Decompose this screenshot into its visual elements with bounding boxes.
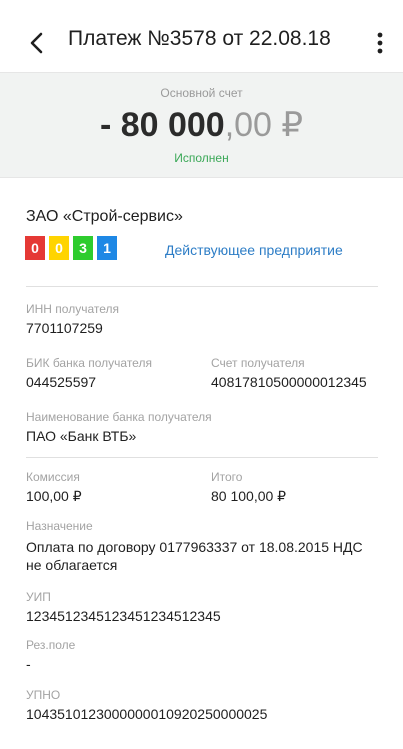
inn-label: ИНН получателя <box>26 302 119 316</box>
uip-value: 1234512345123451234512345 <box>26 608 221 624</box>
payment-summary: Основной счет - 80 000,00 ₽ Исполнен <box>0 72 403 178</box>
purpose-label: Назначение <box>26 519 93 533</box>
recipient-account-label: Счет получателя <box>211 356 305 370</box>
bik-value: 044525597 <box>26 374 97 390</box>
commission-value: 100,00 ₽ <box>26 488 82 504</box>
company-status-link[interactable]: Действующее предприятие <box>165 242 343 258</box>
amount-whole: - 80 000 <box>99 106 225 144</box>
upno-value: 1043510123000000010920250000025 <box>26 706 268 722</box>
commission-label: Комиссия <box>26 470 80 484</box>
badge-yellow: 0 <box>49 236 69 260</box>
badge-green: 3 <box>73 236 93 260</box>
payee-name: ЗАО «Строй-сервис» <box>26 208 183 225</box>
purpose-value: Оплата по договору 0177963337 от 18.08.2… <box>26 539 363 573</box>
bik-label: БИК банка получателя <box>26 356 152 370</box>
payment-amount: - 80 000,00 ₽ <box>0 105 403 145</box>
chevron-left-icon[interactable] <box>24 30 50 56</box>
more-vertical-icon[interactable] <box>370 30 390 56</box>
bank-name-value: ПАО «Банк ВТБ» <box>26 428 137 444</box>
badge-blue: 1 <box>97 236 117 260</box>
total-label: Итого <box>211 470 243 484</box>
divider <box>26 457 378 458</box>
total-value: 80 100,00 ₽ <box>211 488 287 504</box>
account-label: Основной счет <box>160 86 243 100</box>
uip-label: УИП <box>26 590 51 604</box>
amount-fraction: ,00 <box>224 106 272 144</box>
currency-symbol: ₽ <box>271 106 304 144</box>
divider <box>26 286 378 287</box>
recipient-account-value: 40817810500000012345 <box>211 374 367 390</box>
reserve-field-value: - <box>26 656 31 672</box>
bank-name-label: Наименование банка получателя <box>26 410 212 424</box>
inn-value: 7701107259 <box>26 320 103 336</box>
reserve-field-label: Рез.поле <box>26 638 76 652</box>
upno-label: УПНО <box>26 688 61 702</box>
status-badge: Исполнен <box>174 151 229 165</box>
badge-red: 0 <box>25 236 45 260</box>
page-title: Платеж №3578 от 22.08.18 <box>68 27 331 50</box>
